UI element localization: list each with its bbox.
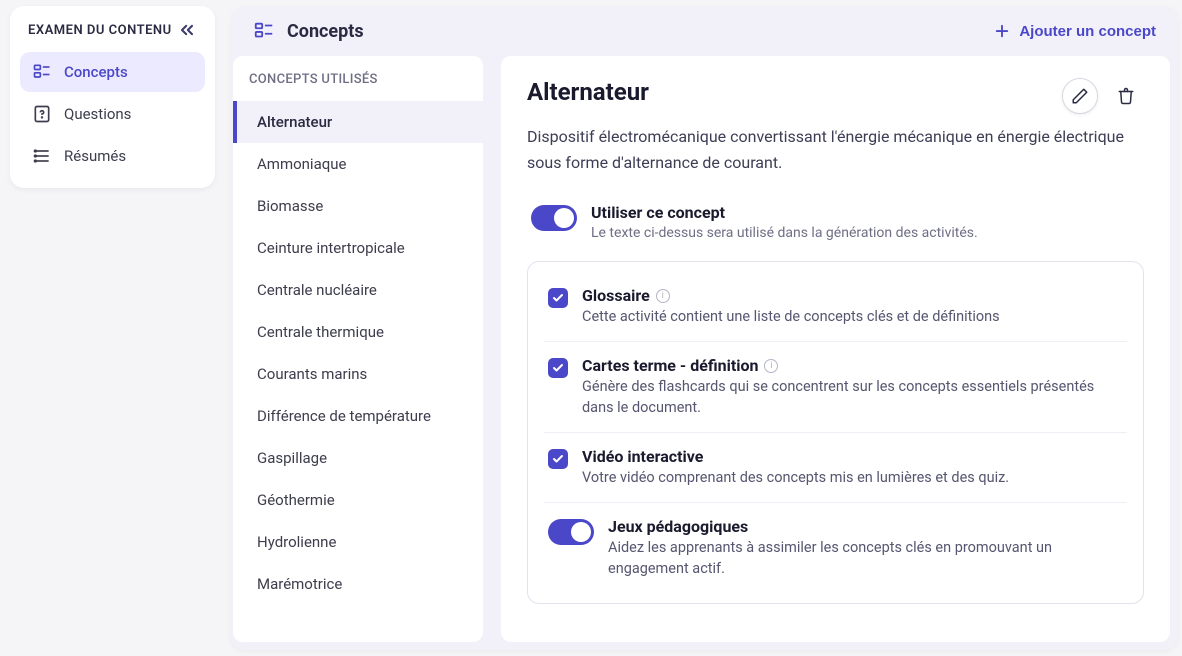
activity-row: Vidéo interactive Votre vidéo comprenant … xyxy=(544,433,1127,503)
activity-info: Cartes terme - définitioni Génère des fla… xyxy=(582,356,1123,418)
activity-desc: Votre vidéo comprenant des concepts mis … xyxy=(582,468,1009,488)
concept-item[interactable]: Ceinture intertropicale xyxy=(233,227,483,269)
concept-detail[interactable]: Alternateur Dispositif électromécanique … xyxy=(501,56,1170,642)
use-concept-subtitle: Le texte ci-dessus sera utilisé dans la … xyxy=(591,225,978,241)
activity-group: Glossairei Cette activité contient une li… xyxy=(527,261,1144,604)
concept-item[interactable]: Différence de température xyxy=(233,395,483,437)
sidebar-item-concepts[interactable]: Concepts xyxy=(20,52,205,92)
activity-desc: Aidez les apprenants à assimiler les con… xyxy=(608,538,1123,579)
page-title: Concepts xyxy=(287,21,364,42)
activity-row: Jeux pédagogiques Aidez les apprenants à … xyxy=(544,503,1127,593)
concept-description: Dispositif électromécanique convertissan… xyxy=(527,124,1144,175)
concept-item[interactable]: Centrale thermique xyxy=(233,311,483,353)
concept-title: Alternateur xyxy=(527,78,649,106)
concepts-icon xyxy=(253,20,275,42)
activity-title: Jeux pédagogiques xyxy=(608,517,748,536)
sidebar-item-label: Concepts xyxy=(64,63,128,81)
collapse-sidebar-button[interactable] xyxy=(177,20,197,40)
sidebar: EXAMEN DU CONTENU Concepts Questions Rés… xyxy=(10,6,215,188)
activity-checkbox[interactable] xyxy=(548,449,568,469)
activity-info: Jeux pédagogiques Aidez les apprenants à … xyxy=(608,517,1123,579)
sidebar-item-resumes[interactable]: Résumés xyxy=(20,136,205,176)
plus-icon xyxy=(993,22,1011,40)
chevron-double-left-icon xyxy=(177,20,197,40)
concept-item[interactable]: Marémotrice xyxy=(233,563,483,605)
add-concept-label: Ajouter un concept xyxy=(1019,23,1156,40)
use-concept-title: Utiliser ce concept xyxy=(591,203,978,222)
trash-icon xyxy=(1117,87,1135,105)
activity-info: Vidéo interactive Votre vidéo comprenant … xyxy=(582,447,1009,488)
concept-list-label: CONCEPTS UTILISÉS xyxy=(233,70,483,101)
concept-list[interactable]: CONCEPTS UTILISÉS AlternateurAmmoniaqueB… xyxy=(233,56,483,642)
activity-desc: Cette activité contient une liste de con… xyxy=(582,307,1000,327)
use-concept-text: Utiliser ce concept Le texte ci-dessus s… xyxy=(591,203,978,241)
pencil-icon xyxy=(1071,87,1089,105)
main-header: Concepts Ajouter un concept xyxy=(231,6,1178,56)
questions-icon xyxy=(32,104,52,124)
activity-toggle[interactable] xyxy=(548,519,594,545)
detail-actions xyxy=(1062,78,1144,114)
sidebar-title: EXAMEN DU CONTENU xyxy=(28,23,172,38)
concept-item[interactable]: Géothermie xyxy=(233,479,483,521)
check-icon xyxy=(552,292,564,304)
activity-checkbox[interactable] xyxy=(548,288,568,308)
activity-desc: Génère des flashcards qui se concentrent… xyxy=(582,377,1123,418)
detail-header: Alternateur xyxy=(527,78,1144,114)
add-concept-button[interactable]: Ajouter un concept xyxy=(993,22,1156,40)
activity-checkbox[interactable] xyxy=(548,358,568,378)
concept-item[interactable]: Biomasse xyxy=(233,185,483,227)
activity-title: Cartes terme - définitioni xyxy=(582,356,778,375)
use-concept-toggle[interactable] xyxy=(531,205,577,231)
activity-row: Cartes terme - définitioni Génère des fla… xyxy=(544,342,1127,433)
concepts-icon xyxy=(32,62,52,82)
sidebar-item-label: Questions xyxy=(64,105,131,123)
activity-title: Vidéo interactive xyxy=(582,447,703,466)
info-icon[interactable]: i xyxy=(764,359,778,373)
activity-title: Glossairei xyxy=(582,286,670,305)
info-icon[interactable]: i xyxy=(656,289,670,303)
check-icon xyxy=(552,453,564,465)
concept-item[interactable]: Alternateur xyxy=(233,101,483,143)
concept-item[interactable]: Hydrolienne xyxy=(233,521,483,563)
sidebar-item-questions[interactable]: Questions xyxy=(20,94,205,134)
activity-info: Glossairei Cette activité contient une li… xyxy=(582,286,1000,327)
sidebar-header: EXAMEN DU CONTENU xyxy=(20,16,205,52)
delete-button[interactable] xyxy=(1108,78,1144,114)
concept-item[interactable]: Ammoniaque xyxy=(233,143,483,185)
sidebar-item-label: Résumés xyxy=(64,147,126,165)
concept-item[interactable]: Centrale nucléaire xyxy=(233,269,483,311)
resumes-icon xyxy=(32,146,52,166)
activity-row: Glossairei Cette activité contient une li… xyxy=(544,272,1127,342)
concept-item[interactable]: Gaspillage xyxy=(233,437,483,479)
concept-item[interactable]: Courants marins xyxy=(233,353,483,395)
main-header-left: Concepts xyxy=(253,20,364,42)
edit-button[interactable] xyxy=(1062,78,1098,114)
main-body: CONCEPTS UTILISÉS AlternateurAmmoniaqueB… xyxy=(231,56,1178,650)
main-panel: Concepts Ajouter un concept CONCEPTS UTI… xyxy=(231,6,1178,650)
check-icon xyxy=(552,362,564,374)
use-concept-row: Utiliser ce concept Le texte ci-dessus s… xyxy=(527,203,1144,241)
